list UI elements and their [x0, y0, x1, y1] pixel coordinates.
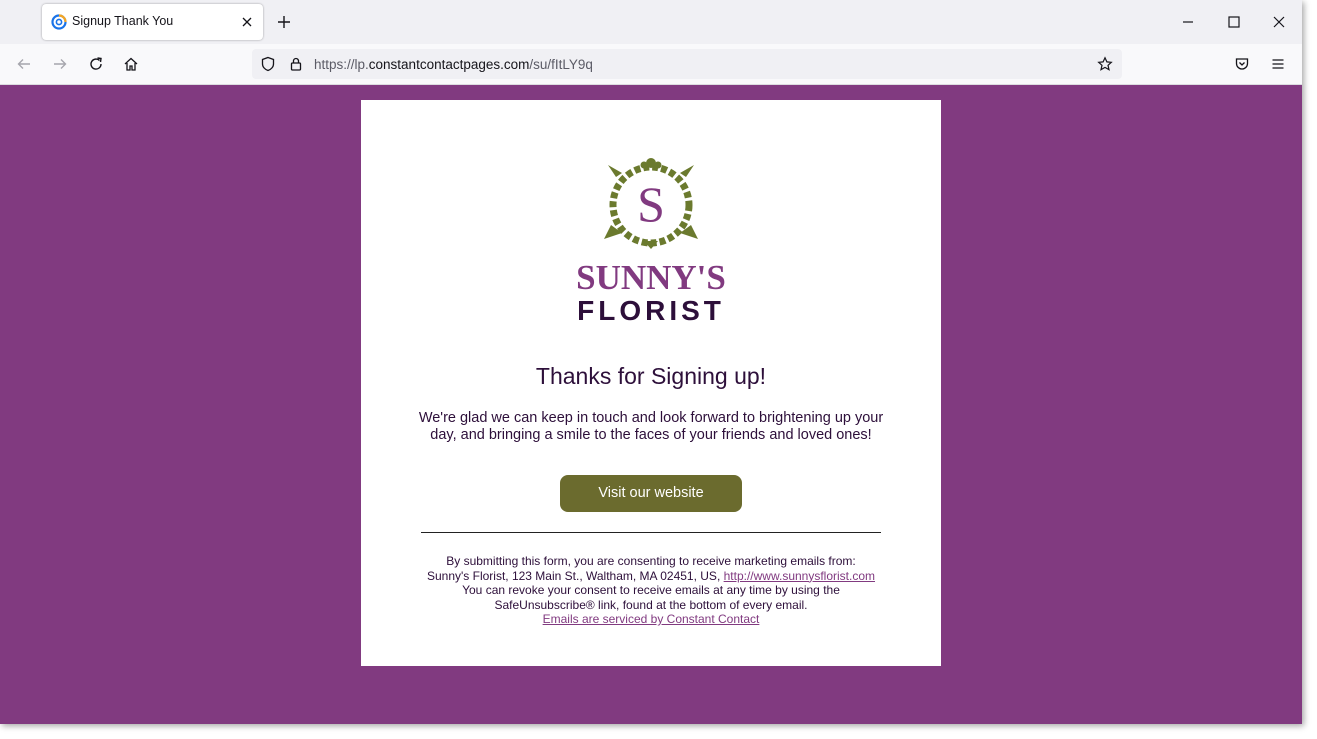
minimize-icon[interactable] [1180, 14, 1196, 30]
constant-contact-service-link[interactable]: Emails are serviced by Constant Contact [543, 612, 760, 626]
thank-you-message: We're glad we can keep in touch and look… [418, 410, 884, 443]
page-heading: Thanks for Signing up! [535, 363, 767, 389]
logo-brand-line2: FLORIST [577, 295, 725, 326]
url-text: https://lp.constantcontactpages.com/su/f… [314, 57, 593, 72]
logo-monogram: S [637, 176, 665, 232]
address-bar[interactable]: https://lp.constantcontactpages.com/su/f… [252, 49, 1122, 79]
close-window-icon[interactable] [1271, 14, 1287, 30]
maximize-icon[interactable] [1226, 14, 1242, 30]
page-viewport: S SUNNY'S FLORIST Thanks for Signing up!… [0, 85, 1302, 724]
navigation-toolbar: https://lp.constantcontactpages.com/su/f… [0, 44, 1302, 85]
lock-icon[interactable] [288, 56, 304, 72]
constant-contact-favicon-icon [51, 14, 67, 30]
consent-footer: By submitting this form, you are consent… [391, 554, 911, 627]
browser-window: Signup Thank You https://lp.constantcont… [0, 0, 1302, 724]
bookmark-star-icon[interactable] [1097, 56, 1113, 72]
sunnys-florist-logo: S SUNNY'S FLORIST [576, 158, 726, 326]
back-arrow-icon[interactable] [16, 56, 32, 72]
business-address: Sunny's Florist, 123 Main St., Waltham, … [426, 568, 721, 583]
hamburger-menu-icon[interactable] [1270, 56, 1286, 72]
close-tab-icon[interactable] [239, 14, 255, 30]
visit-website-button[interactable]: Visit our website [560, 475, 742, 512]
consent-line4: SafeUnsubscribe® link, found at the bott… [494, 597, 808, 612]
consent-line3: You can revoke your consent to receive e… [462, 583, 840, 597]
thank-you-card: S SUNNY'S FLORIST Thanks for Signing up!… [361, 100, 941, 666]
logo-brand-line1: SUNNY'S [576, 258, 726, 297]
tracking-protection-shield-icon[interactable] [260, 56, 276, 72]
tab-strip: Signup Thank You [0, 0, 1302, 44]
consent-line2: Sunny's Florist, 123 Main St., Waltham, … [391, 569, 911, 584]
reload-icon[interactable] [88, 56, 104, 72]
url-path: /su/fItLY9q [529, 57, 593, 72]
pocket-icon[interactable] [1234, 56, 1250, 72]
consent-line1: By submitting this form, you are consent… [446, 554, 856, 568]
new-tab-icon[interactable] [276, 14, 292, 30]
url-host: constantcontactpages.com [368, 57, 530, 72]
tab-signup-thank-you[interactable]: Signup Thank You [42, 4, 263, 40]
tab-title: Signup Thank You [72, 14, 174, 28]
home-icon[interactable] [123, 56, 139, 72]
business-website-link[interactable]: http://www.sunnysflorist.com [724, 569, 875, 583]
divider [421, 532, 881, 533]
forward-arrow-icon[interactable] [52, 56, 68, 72]
url-scheme: https://lp. [314, 57, 369, 72]
